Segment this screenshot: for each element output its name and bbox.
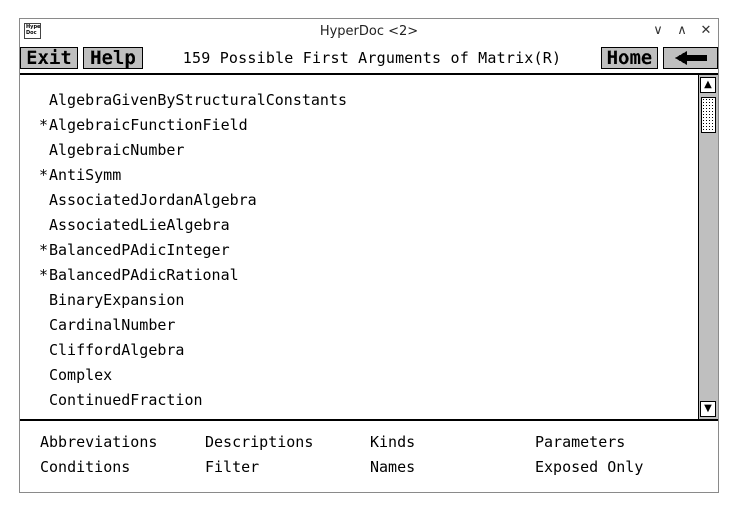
back-arrow-icon bbox=[674, 51, 707, 65]
exit-button[interactable]: Exit bbox=[20, 47, 78, 69]
list-item-label: BinaryExpansion bbox=[49, 291, 185, 309]
list-item[interactable]: ContinuedFraction bbox=[39, 391, 203, 409]
filter-link[interactable]: Filter bbox=[205, 458, 259, 476]
list-item[interactable]: CliffordAlgebra bbox=[39, 341, 184, 359]
page-title: 159 Possible First Arguments of Matrix(R… bbox=[182, 49, 562, 67]
list-item-label: BalancedPAdicInteger bbox=[49, 241, 230, 259]
title-bar: Hyper Doc HyperDoc <2> ∨ ∧ ✕ bbox=[20, 19, 718, 46]
home-button[interactable]: Home bbox=[601, 47, 658, 69]
list-item-label: AlgebraicNumber bbox=[49, 141, 185, 159]
kinds-link[interactable]: Kinds bbox=[370, 433, 415, 451]
scroll-down-arrow-icon[interactable]: ▼ bbox=[700, 401, 716, 417]
home-button-label: Home bbox=[606, 47, 653, 69]
list-item[interactable]: AlgebraGivenByStructuralConstants bbox=[39, 91, 347, 109]
exposed-marker: * bbox=[39, 241, 49, 259]
list-item[interactable]: *AlgebraicFunctionField bbox=[39, 116, 248, 134]
list-item-label: BalancedPAdicRational bbox=[49, 266, 239, 284]
back-button[interactable] bbox=[663, 47, 718, 69]
maximize-button[interactable]: ∧ bbox=[673, 22, 691, 40]
list-item-label: AlgebraGivenByStructuralConstants bbox=[49, 91, 348, 109]
exposed-marker: * bbox=[39, 166, 49, 184]
list-item[interactable]: AlgebraicNumber bbox=[39, 141, 184, 159]
list-item-label: AssociatedJordanAlgebra bbox=[49, 191, 257, 209]
scroll-thumb[interactable] bbox=[701, 97, 716, 133]
abbreviations-link[interactable]: Abbreviations bbox=[40, 433, 157, 451]
list-item[interactable]: CardinalNumber bbox=[39, 316, 175, 334]
scroll-up-arrow-icon[interactable]: ▲ bbox=[700, 77, 716, 93]
names-link[interactable]: Names bbox=[370, 458, 415, 476]
content-list: AlgebraGivenByStructuralConstants *Algebr… bbox=[20, 75, 698, 419]
help-button[interactable]: Help bbox=[83, 47, 143, 69]
list-item-label: ContinuedFraction bbox=[49, 391, 203, 409]
conditions-link[interactable]: Conditions bbox=[40, 458, 130, 476]
list-item[interactable]: *BalancedPAdicRational bbox=[39, 266, 239, 284]
parameters-link[interactable]: Parameters bbox=[535, 433, 625, 451]
list-item-label: Complex bbox=[49, 366, 113, 384]
list-item-label: CliffordAlgebra bbox=[49, 341, 185, 359]
list-item[interactable]: AssociatedLieAlgebra bbox=[39, 216, 230, 234]
hyperdoc-window: Hyper Doc HyperDoc <2> ∨ ∧ ✕ Exit Help 1… bbox=[19, 18, 719, 493]
list-item[interactable]: *BalancedPAdicInteger bbox=[39, 241, 230, 259]
list-item[interactable]: *AntiSymm bbox=[39, 166, 121, 184]
descriptions-link[interactable]: Descriptions bbox=[205, 433, 313, 451]
minimize-button[interactable]: ∨ bbox=[649, 22, 667, 40]
help-button-label: Help bbox=[90, 47, 136, 69]
list-item[interactable]: AssociatedJordanAlgebra bbox=[39, 191, 257, 209]
window-title: HyperDoc <2> bbox=[319, 24, 419, 39]
exit-button-label: Exit bbox=[26, 47, 72, 69]
list-item-label: CardinalNumber bbox=[49, 316, 176, 334]
hyperdoc-toolbar: Exit Help 159 Possible First Arguments o… bbox=[20, 45, 718, 75]
vertical-scrollbar[interactable]: ▲ ▼ bbox=[698, 75, 718, 421]
exposed-marker: * bbox=[39, 116, 49, 134]
list-item-label: AlgebraicFunctionField bbox=[49, 116, 248, 134]
exposed-only-link[interactable]: Exposed Only bbox=[535, 458, 643, 476]
list-item[interactable]: Complex bbox=[39, 366, 112, 384]
list-item-label: AssociatedLieAlgebra bbox=[49, 216, 230, 234]
bottom-options: Abbreviations Descriptions Kinds Paramet… bbox=[20, 421, 718, 493]
list-item[interactable]: BinaryExpansion bbox=[39, 291, 184, 309]
list-item-label: AntiSymm bbox=[49, 166, 122, 184]
exposed-marker: * bbox=[39, 266, 49, 284]
close-button[interactable]: ✕ bbox=[697, 22, 715, 40]
